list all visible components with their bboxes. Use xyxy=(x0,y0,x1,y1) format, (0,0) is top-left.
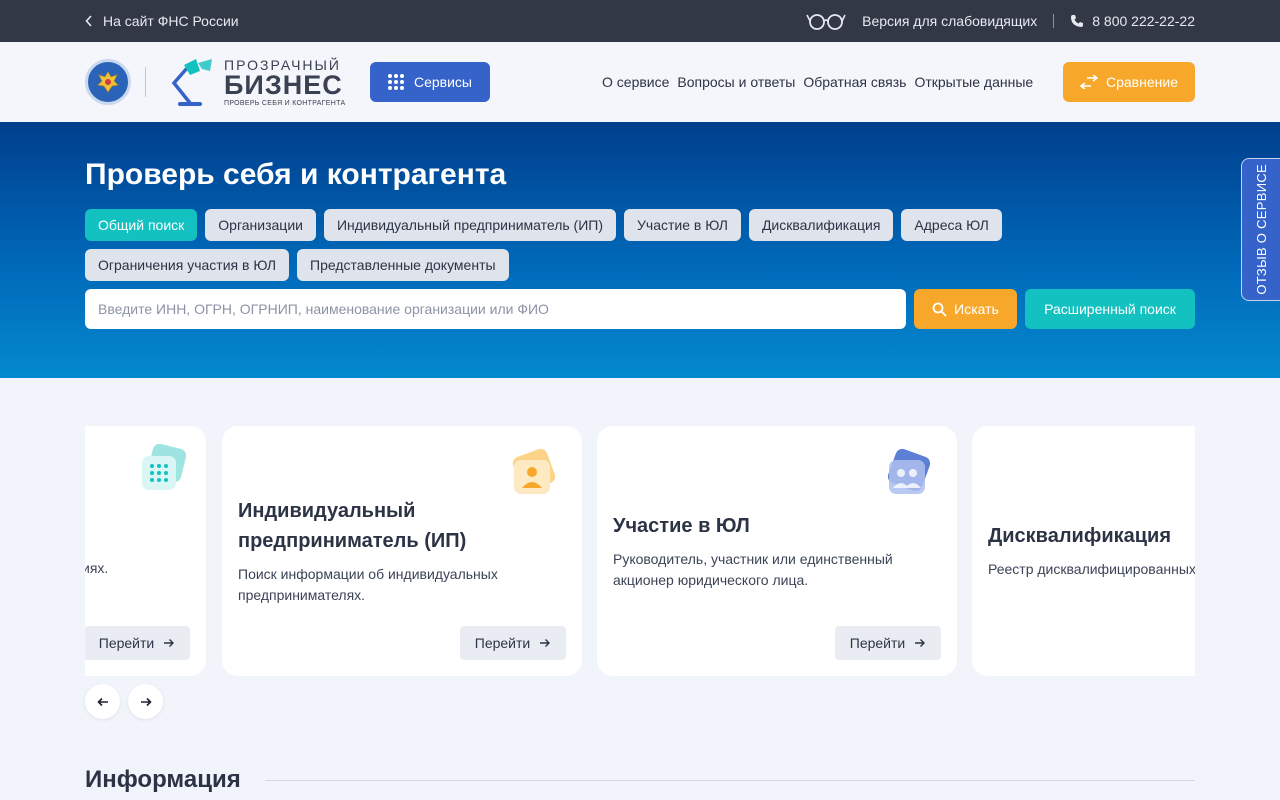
go-label: Перейти xyxy=(849,635,906,651)
logo-divider xyxy=(145,67,146,97)
tab-organizations[interactable]: Организации xyxy=(205,209,316,241)
search-input[interactable] xyxy=(85,289,906,329)
search-hero: Проверь себя и контрагента Общий поиск О… xyxy=(0,122,1280,378)
top-bar: На сайт ФНС России Версия для слабовидящ… xyxy=(0,0,1280,42)
lamp-icon xyxy=(171,59,212,106)
service-card-disqualification[interactable]: Дисквалификация Реестр дисквалифицирован… xyxy=(972,426,1195,676)
carousel-controls xyxy=(85,684,163,719)
card-description-line: Руководитель, участник или единственный xyxy=(613,551,893,567)
arrow-right-icon xyxy=(915,639,926,647)
card-description: иях. xyxy=(85,560,109,576)
tab-general-search[interactable]: Общий поиск xyxy=(85,209,198,241)
tab-individual-entrepreneur[interactable]: Индивидуальный предприниматель (ИП) xyxy=(323,209,617,241)
tab-participation[interactable]: Участие в ЮЛ xyxy=(624,209,741,241)
service-card-participation[interactable]: Участие в ЮЛ Руководитель, участник или … xyxy=(597,426,957,676)
arrow-right-icon xyxy=(140,697,152,706)
service-card[interactable]: иях. Перейти xyxy=(85,426,206,676)
card-title: Участие в ЮЛ xyxy=(613,515,750,537)
chevron-left-icon xyxy=(85,15,92,27)
services-button[interactable]: Сервисы xyxy=(370,62,490,102)
arrow-right-icon xyxy=(164,639,175,647)
brand-line2: БИЗНЕС xyxy=(224,69,343,100)
page-title: Проверь себя и контрагента xyxy=(85,158,507,191)
arrow-right-icon xyxy=(540,639,551,647)
carousel-next-button[interactable] xyxy=(128,684,163,719)
card-title: Дисквалификация xyxy=(988,525,1172,547)
feedback-tab[interactable]: ОТЗЫВ О СЕРВИСЕ xyxy=(1241,158,1280,301)
card-description-line: предпринимателях. xyxy=(238,587,366,603)
back-to-fns-link[interactable]: На сайт ФНС России xyxy=(85,13,239,29)
nav-feedback[interactable]: Обратная связь xyxy=(803,74,906,90)
phone-link[interactable]: 8 800 222-22-22 xyxy=(1070,13,1195,29)
services-label: Сервисы xyxy=(413,74,472,90)
nav-faq[interactable]: Вопросы и ответы xyxy=(677,74,795,90)
card-description-line: акционер юридического лица. xyxy=(613,572,809,588)
go-button[interactable]: Перейти xyxy=(460,626,566,660)
back-link-label: На сайт ФНС России xyxy=(103,13,239,29)
card-description: Реестр дисквалифицированных xyxy=(988,561,1195,577)
tab-disqualification[interactable]: Дисквалификация xyxy=(748,209,894,241)
compare-label: Сравнение xyxy=(1106,74,1178,90)
site-header: ПРОЗРАЧНЫЙ БИЗНЕС ПРОВЕРЬ СЕБЯ И КОНТРАГ… xyxy=(0,42,1280,122)
advanced-search-button[interactable]: Расширенный поиск xyxy=(1025,289,1195,329)
section-title: Информация xyxy=(85,766,241,793)
brand-tagline: ПРОВЕРЬ СЕБЯ И КОНТРАГЕНТА xyxy=(224,99,346,107)
group-icon xyxy=(887,448,931,494)
tab-participation-restrictions[interactable]: Ограничения участия в ЮЛ xyxy=(85,249,290,281)
arrow-left-icon xyxy=(96,697,108,706)
search-type-tabs: Общий поиск Организации Индивидуальный п… xyxy=(85,209,1045,281)
go-label: Перейти xyxy=(98,635,155,651)
main-nav: О сервисе Вопросы и ответы Обратная связ… xyxy=(602,42,1033,122)
go-label: Перейти xyxy=(474,635,531,651)
grid-dots-icon xyxy=(387,74,404,90)
fns-emblem-icon xyxy=(85,59,131,105)
services-carousel: иях. Перейти Индивидуальный предпринимат… xyxy=(85,426,1195,676)
search-row: Искать Расширенный поиск xyxy=(85,289,1195,329)
low-vision-label: Версия для слабовидящих xyxy=(862,13,1038,29)
brand: ПРОЗРАЧНЫЙ БИЗНЕС ПРОВЕРЬ СЕБЯ И КОНТРАГ… xyxy=(160,57,345,107)
card-title-line: предприниматель (ИП) xyxy=(238,530,467,552)
search-button[interactable]: Искать xyxy=(914,289,1017,329)
search-icon xyxy=(932,302,947,316)
nav-about[interactable]: О сервисе xyxy=(602,74,669,90)
go-button[interactable]: Перейти xyxy=(85,626,190,660)
phone-number: 8 800 222-22-22 xyxy=(1092,13,1195,29)
section-divider xyxy=(264,779,1195,781)
glasses-icon xyxy=(806,14,846,30)
compare-arrows-icon xyxy=(1080,75,1098,89)
low-vision-link[interactable]: Версия для слабовидящих xyxy=(806,12,1037,30)
carousel-prev-button[interactable] xyxy=(85,684,120,719)
tab-submitted-documents[interactable]: Представленные документы xyxy=(297,249,509,281)
info-section-header: Информация xyxy=(85,766,1195,794)
logo[interactable]: ПРОЗРАЧНЫЙ БИЗНЕС ПРОВЕРЬ СЕБЯ И КОНТРАГ… xyxy=(85,57,345,107)
card-title-line: Индивидуальный xyxy=(238,500,416,522)
tab-addresses[interactable]: Адреса ЮЛ xyxy=(901,209,1002,241)
divider xyxy=(1053,14,1055,28)
nav-open-data[interactable]: Открытые данные xyxy=(914,74,1033,90)
search-button-label: Искать xyxy=(954,301,999,317)
feedback-tab-label: ОТЗЫВ О СЕРВИСЕ xyxy=(1253,164,1269,295)
card-description-line: Поиск информации об индивидуальных xyxy=(238,566,498,582)
person-icon xyxy=(512,448,556,494)
phone-icon xyxy=(1071,15,1084,27)
compare-button[interactable]: Сравнение xyxy=(1063,62,1195,102)
grid-icon xyxy=(142,443,187,490)
go-button[interactable]: Перейти xyxy=(835,626,941,660)
service-card-ip[interactable]: Индивидуальный предприниматель (ИП) Поис… xyxy=(222,426,582,676)
